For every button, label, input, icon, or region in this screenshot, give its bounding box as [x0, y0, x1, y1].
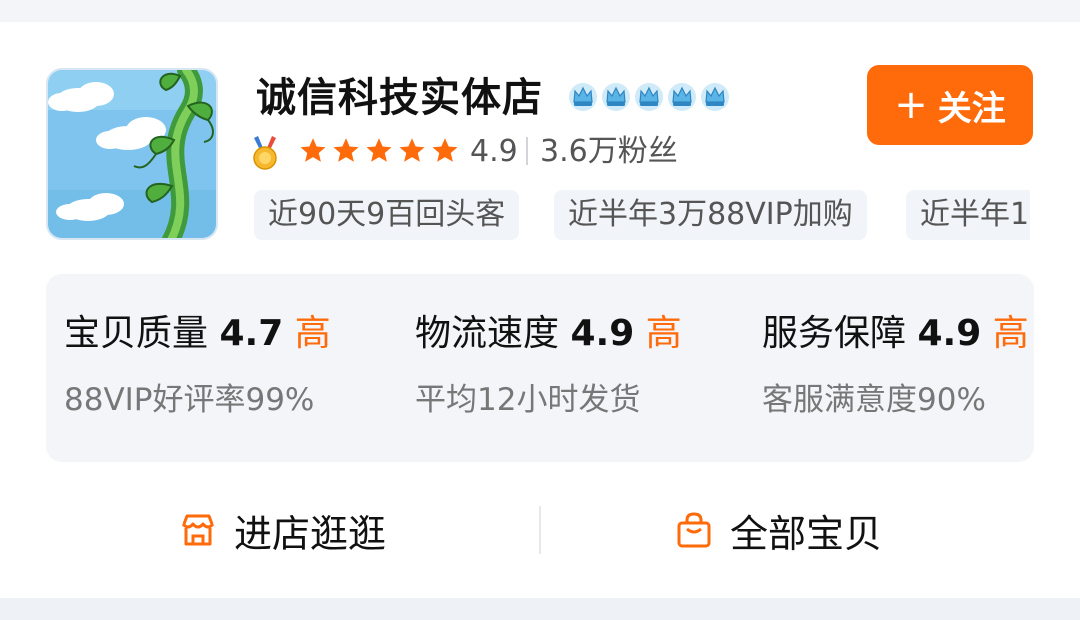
star-icon: [333, 138, 359, 162]
shop-tags: 近90天9百回头客 近半年3万88VIP加购 近半年1: [254, 190, 1030, 240]
fans-count: 3.6万粉丝: [540, 134, 678, 169]
score-title: 服务保障 4.9 高: [762, 312, 1029, 356]
crown-icon: [602, 83, 630, 111]
crown-level-badges: [567, 80, 731, 112]
score-value: 4.9: [917, 313, 982, 354]
all-items-label: 全部宝贝: [730, 511, 883, 556]
score-level: 高: [294, 313, 331, 354]
score-subtitle: 客服满意度90%: [762, 382, 986, 418]
bottom-divider-strip: [0, 598, 1080, 620]
score-subtitle: 88VIP好评率99%: [64, 382, 315, 418]
tag-repeat-customers[interactable]: 近90天9百回头客: [254, 190, 520, 240]
score-label: 服务保障: [762, 313, 907, 354]
crown-icon: [569, 83, 597, 111]
actions-divider: [539, 506, 541, 554]
enter-store-button[interactable]: 进店逛逛: [178, 498, 386, 562]
score-title: 宝贝质量 4.7 高: [64, 312, 331, 356]
crown-icon: [668, 83, 696, 111]
rating-separator: [526, 137, 528, 165]
star-icon: [399, 138, 425, 162]
medal-icon: [253, 136, 277, 170]
follow-button-label: 关注: [937, 88, 1006, 129]
crown-icon: [701, 83, 729, 111]
score-label: 物流速度: [415, 313, 560, 354]
all-items-button[interactable]: 全部宝贝: [674, 498, 882, 562]
tag-half-year[interactable]: 近半年1: [906, 190, 1030, 240]
star-icon: [300, 138, 326, 162]
score-value: 4.7: [219, 313, 284, 354]
shopping-bag-icon: [677, 512, 711, 548]
score-title: 物流速度 4.9 高: [415, 312, 682, 356]
score-subtitle: 平均12小时发货: [415, 382, 641, 418]
score-value: 4.9: [570, 313, 635, 354]
shop-rating-value: 4.9: [470, 134, 518, 169]
score-label: 宝贝质量: [64, 313, 209, 354]
enter-store-label: 进店逛逛: [234, 511, 387, 556]
store-icon: [181, 514, 215, 546]
shop-avatar[interactable]: [46, 68, 218, 240]
star-icon: [432, 138, 458, 162]
plus-icon: +: [894, 82, 928, 128]
shop-avatar-image: [48, 70, 216, 238]
score-level: 高: [645, 313, 682, 354]
score-level: 高: [992, 313, 1029, 354]
star-icon: [366, 138, 392, 162]
star-rating: [298, 136, 460, 166]
shop-scores-panel[interactable]: 宝贝质量 4.7 高 88VIP好评率99% 物流速度 4.9 高 平均12小时…: [46, 274, 1034, 462]
shop-name[interactable]: 诚信科技实体店: [256, 74, 543, 122]
follow-button[interactable]: + 关注: [867, 65, 1033, 145]
crown-icon: [635, 83, 663, 111]
tag-vip-cart-adds[interactable]: 近半年3万88VIP加购: [554, 190, 867, 240]
